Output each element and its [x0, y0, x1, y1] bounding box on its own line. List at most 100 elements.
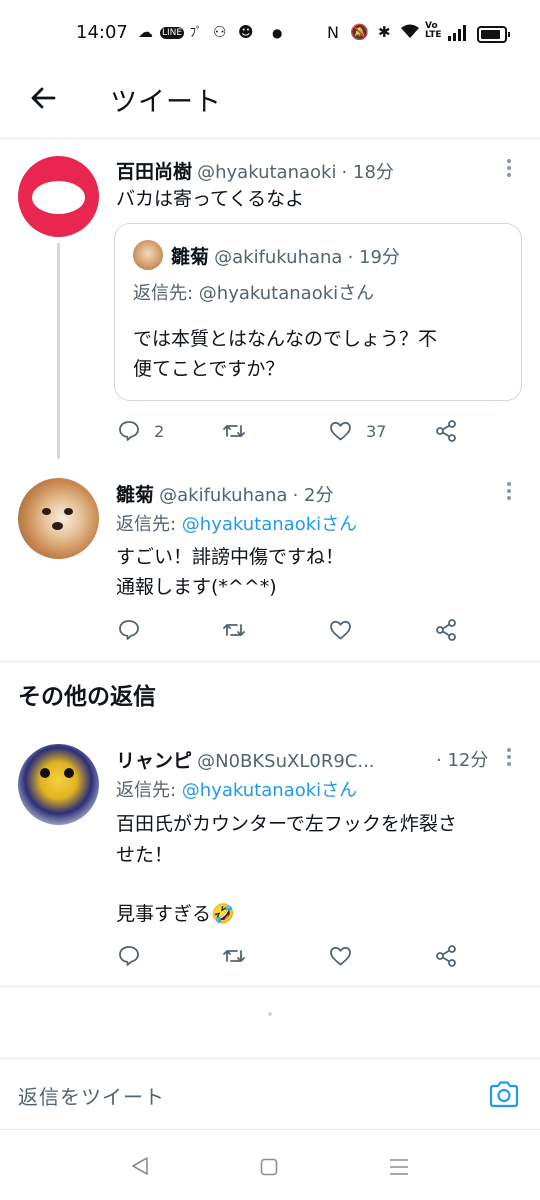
top-header: ツイート: [0, 66, 540, 139]
retweet-button[interactable]: [221, 944, 247, 972]
tweet-header: 雛菊 @akifukuhana · 2分: [116, 480, 333, 507]
nav-back-icon[interactable]: [130, 1156, 150, 1180]
heart-icon: [330, 620, 351, 640]
tweet-header: リャンピ @N0BKSuXL0R9C...: [116, 746, 375, 773]
tweet-text: バカは寄ってくるなよ: [116, 188, 305, 210]
app-notification-icon: ﾌﾟ: [190, 25, 203, 39]
reply-icon: [119, 620, 139, 640]
like-button[interactable]: [328, 944, 353, 972]
quote-timestamp: · 19分: [347, 247, 400, 268]
reply-composer-bar[interactable]: 返信をツイート: [0, 1058, 540, 1130]
reply-to-prefix: 返信先:: [116, 514, 182, 535]
like-button[interactable]: 37: [328, 419, 386, 443]
quote-header: 雛菊 @akifukuhana · 19分: [171, 242, 400, 269]
reply-to: 返信先: @hyakutanaokiさん: [116, 510, 357, 536]
reply-tweet[interactable]: 雛菊 @akifukuhana · 2分 返信先: @hyakutanaokiさ…: [0, 460, 540, 660]
quoted-tweet-card[interactable]: 雛菊 @akifukuhana · 19分 返信先: @hyakutanaoki…: [114, 223, 522, 401]
heart-icon: [330, 946, 351, 966]
tweet-text-line-2: 通報します(*^^*): [116, 576, 277, 598]
quote-avatar: [133, 240, 163, 270]
reply-to-handle-link[interactable]: @hyakutanaokiさん: [182, 780, 357, 801]
back-arrow-icon[interactable]: [28, 82, 60, 114]
avatar[interactable]: [18, 744, 99, 825]
timestamp[interactable]: · 12分: [436, 746, 488, 772]
nav-home-icon[interactable]: [260, 1158, 278, 1180]
tweet-text-line-1: すごい！誹謗中傷ですね！: [116, 546, 345, 568]
tweet-text-line-2: せた！: [116, 844, 174, 866]
quote-reply-to: 返信先: @hyakutanaokiさん: [133, 279, 374, 305]
like-count: 37: [366, 421, 387, 441]
rofl-emoji-icon: 🤣: [211, 903, 235, 925]
avatar[interactable]: [18, 478, 99, 559]
more-notifications-dot-icon: ●: [272, 26, 283, 40]
battery-icon: [477, 26, 510, 43]
quote-text-line-2: 便てことですか？: [133, 358, 285, 380]
frog-icon: ☻: [238, 23, 254, 41]
quote-reply-to-handle: @hyakutanaokiさん: [198, 283, 375, 304]
display-name[interactable]: 雛菊: [116, 484, 154, 506]
like-button[interactable]: [328, 618, 353, 646]
system-nav-bar: [0, 1128, 540, 1200]
share-icon: [436, 420, 456, 442]
quote-display-name: 雛菊: [171, 246, 210, 268]
divider: [0, 986, 540, 987]
tweet-text-line-3: 見事すぎる🤣: [116, 899, 235, 929]
retweet-button[interactable]: [221, 618, 247, 646]
quote-reply-to-prefix: 返信先:: [133, 283, 199, 304]
avatar-nose: [52, 522, 63, 530]
cell-signal-icon: [448, 25, 470, 41]
quote-text-line-1: では本質とはなんなのでしょう？不: [133, 328, 438, 350]
nav-menu-icon[interactable]: [389, 1158, 409, 1180]
cloud-icon: ☁: [138, 23, 153, 41]
reply-button[interactable]: [117, 944, 141, 972]
line-app-icon: LINE: [160, 27, 185, 39]
reply-icon: [119, 421, 139, 441]
avatar-eye: [40, 768, 50, 778]
mute-icon: 🔕: [350, 23, 369, 41]
reply-input[interactable]: 返信をツイート: [18, 1081, 165, 1110]
timestamp[interactable]: · 2分: [293, 485, 334, 506]
share-icon: [436, 945, 456, 967]
more-options-icon[interactable]: [507, 159, 513, 180]
reply-button[interactable]: [117, 618, 141, 646]
reply-icon: [119, 946, 139, 966]
retweet-button[interactable]: [221, 419, 247, 447]
divider: [0, 661, 540, 662]
other-reply-tweet[interactable]: リャンピ @N0BKSuXL0R9C... · 12分 返信先: @hyakut…: [0, 726, 540, 986]
share-button[interactable]: [434, 419, 458, 447]
avatar-eye: [64, 508, 73, 515]
share-button[interactable]: [434, 618, 458, 646]
share-icon: [436, 619, 456, 641]
quote-handle: @akifukuhana: [214, 247, 343, 268]
display-name[interactable]: 百田尚樹: [116, 161, 192, 183]
other-replies-heading: その他の返信: [18, 684, 156, 710]
reply-button[interactable]: 2: [117, 419, 164, 443]
reply-to: 返信先: @hyakutanaokiさん: [116, 776, 357, 802]
share-button[interactable]: [434, 944, 458, 972]
handle[interactable]: @N0BKSuXL0R9C...: [197, 751, 374, 772]
wifi-icon: [400, 23, 420, 43]
loading-indicator-dot: [268, 1012, 272, 1016]
bluetooth-icon: ✱: [378, 23, 391, 41]
avatar-inner-shape: [32, 181, 85, 214]
page-title: ツイート: [110, 87, 222, 118]
main-tweet[interactable]: 百田尚樹 @hyakutanaoki · 18分 バカは寄ってくるなよ 雛菊 @…: [0, 139, 540, 460]
avatar[interactable]: [18, 156, 99, 237]
tweet-text-line-1: 百田氏がカウンターで左フックを炸裂さ: [116, 813, 457, 835]
timestamp[interactable]: · 18分: [342, 162, 394, 183]
reply-to-handle-link[interactable]: @hyakutanaokiさん: [182, 514, 357, 535]
handle[interactable]: @akifukuhana: [159, 485, 287, 506]
more-options-icon[interactable]: [507, 482, 513, 503]
thread-connector-line: [57, 243, 60, 459]
handle[interactable]: @hyakutanaoki: [197, 162, 336, 183]
avatar-eye: [42, 508, 51, 515]
volte-label: Vo LTE: [425, 21, 442, 40]
camera-icon[interactable]: [488, 1079, 520, 1109]
retweet-icon: [223, 624, 245, 636]
more-options-icon[interactable]: [507, 748, 513, 769]
reply-to-prefix: 返信先:: [116, 780, 182, 801]
status-time: 14:07: [76, 22, 128, 43]
heart-icon: [330, 421, 351, 441]
tweet-text-line-3-text: 見事すぎる: [116, 903, 212, 925]
display-name[interactable]: リャンピ: [116, 750, 192, 772]
